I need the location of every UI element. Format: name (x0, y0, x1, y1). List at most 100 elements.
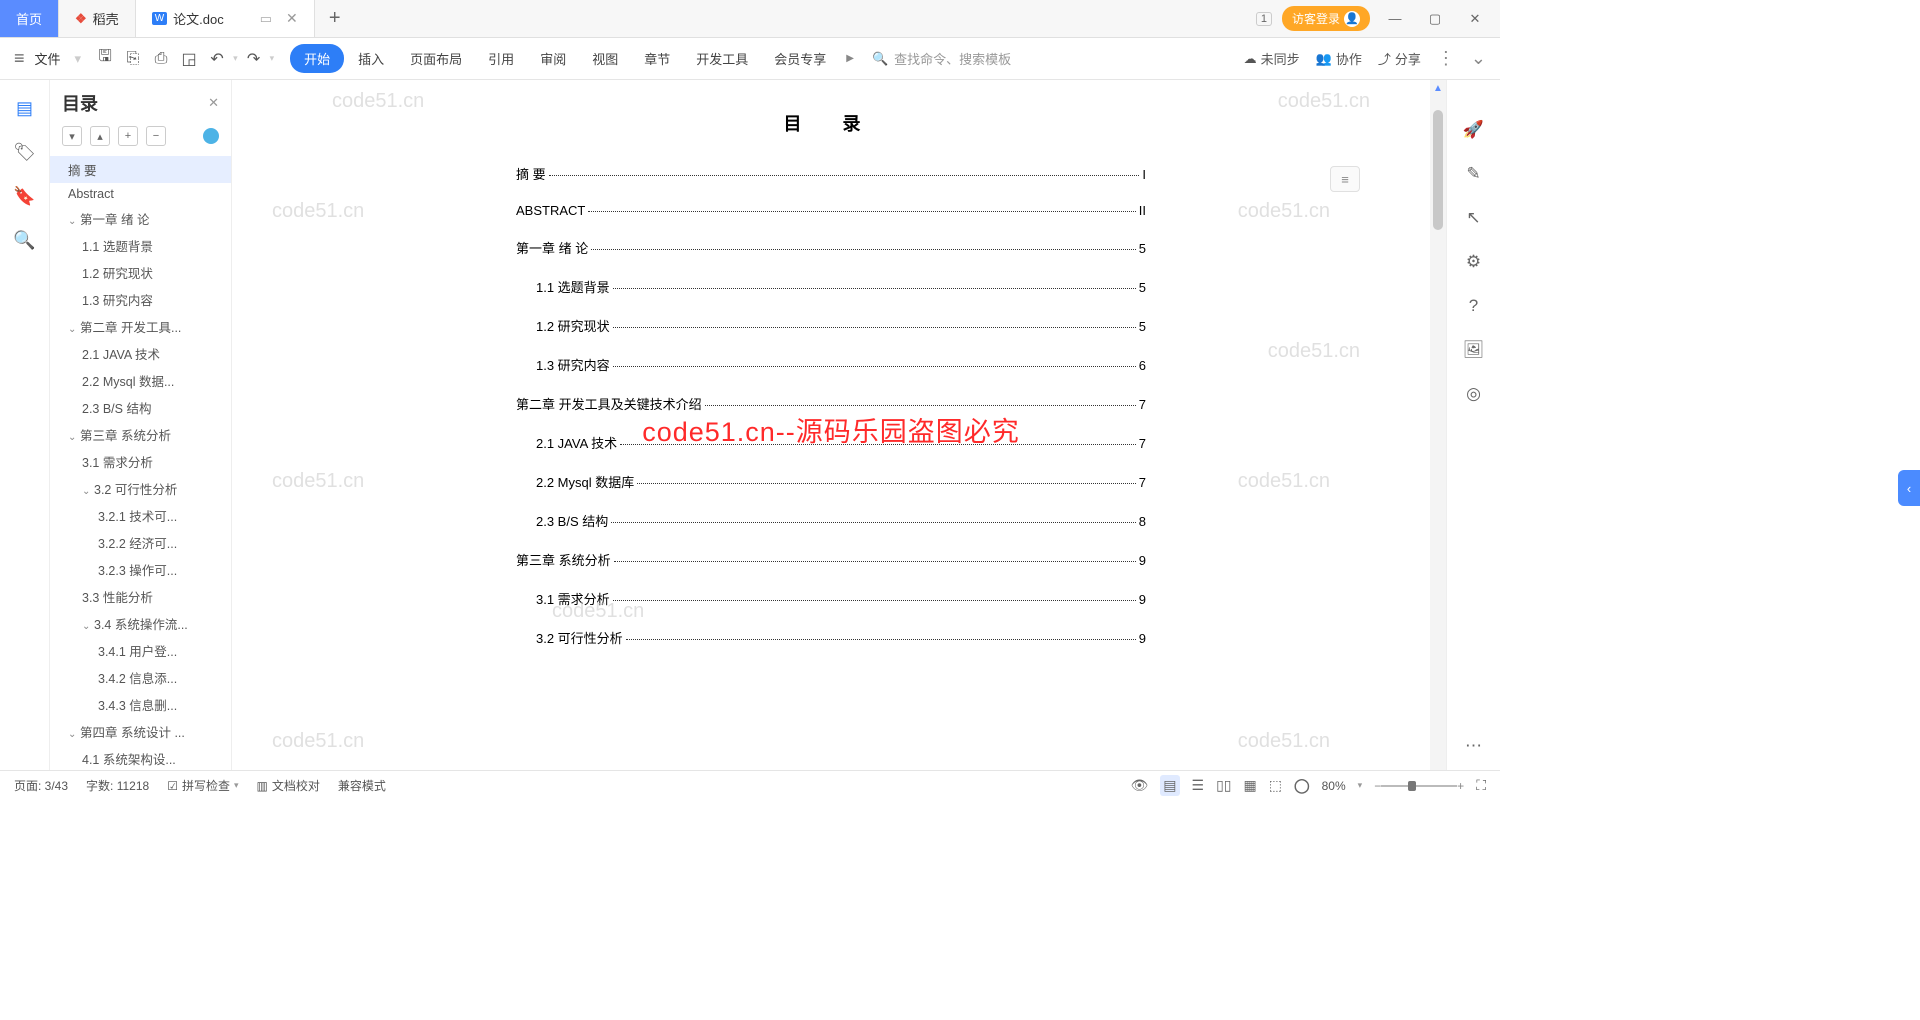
guest-login-button[interactable]: 访客登录 👤 (1282, 6, 1370, 31)
toc-item[interactable]: 3.4.2 信息添... (50, 664, 231, 691)
more-tools-icon[interactable]: ⋯ (1465, 736, 1482, 756)
help-icon[interactable]: ? (1469, 296, 1478, 316)
file-menu[interactable]: 文件 (35, 49, 61, 68)
page-view-icon[interactable]: ▤ (1160, 775, 1179, 796)
tab-close-icon[interactable]: ✕ (286, 10, 298, 27)
ribbon-tab-8[interactable]: 会员专享 (762, 49, 838, 68)
target-icon[interactable]: ◎ (1466, 384, 1481, 404)
export-icon[interactable]: ⎘ (121, 50, 145, 68)
tab-docker[interactable]: ❖ 稻壳 (59, 0, 136, 37)
collapse-panel-icon[interactable]: ≡ (1330, 166, 1360, 192)
badge-count[interactable]: 1 (1256, 12, 1272, 26)
page-indicator[interactable]: 页面: 3/43 (14, 777, 68, 794)
reading-view-icon[interactable]: ▯▯ (1216, 777, 1231, 794)
minimize-button[interactable]: — (1380, 11, 1410, 26)
toc-item[interactable]: ⌄第三章 系统分析 (50, 421, 231, 448)
collapse-ribbon-icon[interactable]: ⌄ (1471, 48, 1486, 69)
hamburger-icon[interactable]: ≡ (14, 48, 25, 69)
word-count[interactable]: 字数: 11218 (86, 777, 149, 794)
ribbon-tab-1[interactable]: 插入 (346, 49, 396, 68)
outline-view-icon[interactable]: ☰ (1192, 777, 1205, 794)
toc-sidebar: 目录 ✕ ▾ ▴ + − 摘 要Abstract⌄第一章 绪 论1.1 选题背景… (50, 80, 232, 770)
command-search[interactable]: 🔍 查找命令、搜索模板 (872, 49, 1011, 68)
zoom-slider[interactable]: − + (1374, 779, 1464, 793)
toc-item[interactable]: Abstract (50, 183, 231, 205)
toc-item[interactable]: 1.3 研究内容 (50, 286, 231, 313)
toc-item[interactable]: 4.1 系统架构设... (50, 745, 231, 770)
settings-icon[interactable]: ⚙ (1466, 252, 1481, 272)
ribbon-tab-3[interactable]: 引用 (476, 49, 526, 68)
maximize-button[interactable]: ▢ (1420, 11, 1450, 27)
toc-item[interactable]: ⌄第四章 系统设计 ... (50, 718, 231, 745)
toc-item[interactable]: ⌄3.2 可行性分析 (50, 475, 231, 502)
ribbon-tab-4[interactable]: 审阅 (528, 49, 578, 68)
web-view-icon[interactable]: ▦ (1243, 777, 1256, 794)
ribbon-toolbar: ≡ 文件 ▾ 🖫 ⎘ ⎙ ◲ ↶ ▾ ↷ ▾ 开始插入页面布局引用审阅视图章节开… (0, 38, 1500, 80)
toc-item[interactable]: ⌄3.4 系统操作流... (50, 610, 231, 637)
sidebar-settings-icon[interactable] (203, 128, 219, 144)
ribbon-tab-0[interactable]: 开始 (290, 44, 344, 73)
toc-item[interactable]: ⌄第二章 开发工具... (50, 313, 231, 340)
document-canvas[interactable]: code51.cn code51.cn code51.cn code51.cn … (232, 80, 1430, 770)
toc-item[interactable]: 3.1 需求分析 (50, 448, 231, 475)
toc-item[interactable]: 2.2 Mysql 数据... (50, 367, 231, 394)
preview-icon[interactable]: ◲ (177, 49, 201, 69)
toc-item[interactable]: 3.4.3 信息删... (50, 691, 231, 718)
more-icon[interactable]: ⋮ (1437, 48, 1455, 69)
redo-icon[interactable]: ↷ (242, 49, 266, 69)
outline-icon[interactable]: ▤ (15, 98, 35, 118)
toc-item[interactable]: ⌄第一章 绪 论 (50, 205, 231, 232)
pen-icon[interactable]: ✎ (1466, 164, 1480, 184)
window-split-icon[interactable]: ▭ (260, 11, 272, 27)
remove-item-icon[interactable]: − (146, 126, 166, 146)
tab-new-button[interactable]: + (315, 0, 355, 37)
rocket-icon[interactable]: 🚀 (1463, 120, 1484, 140)
expand-all-icon[interactable]: ▴ (90, 126, 110, 146)
tab-document[interactable]: W 论文.doc ▭ ✕ (136, 0, 315, 37)
side-handle[interactable]: ‹ (1898, 470, 1920, 506)
toc-item[interactable]: 摘 要 (50, 156, 231, 183)
toc-item[interactable]: 1.2 研究现状 (50, 259, 231, 286)
unsync-button[interactable]: ☁未同步 (1244, 49, 1300, 68)
fullscreen-icon[interactable]: ⛶ (1476, 777, 1486, 794)
scrollbar-thumb[interactable] (1433, 110, 1443, 230)
document-proof[interactable]: ▥文档校对 (257, 777, 320, 794)
zoom-out-icon[interactable]: ◯ (1294, 777, 1310, 794)
fit-icon[interactable]: ⬚ (1269, 777, 1282, 794)
compat-mode[interactable]: 兼容模式 (338, 777, 386, 794)
zoom-value[interactable]: 80% (1322, 779, 1346, 793)
toc-item[interactable]: 3.3 性能分析 (50, 583, 231, 610)
bookmark-icon[interactable]: 🔖 (15, 186, 35, 206)
close-button[interactable]: ✕ (1460, 11, 1490, 27)
toc-item[interactable]: 2.1 JAVA 技术 (50, 340, 231, 367)
people-icon: 👥 (1316, 51, 1332, 67)
ribbon-tab-7[interactable]: 开发工具 (684, 49, 760, 68)
cursor-icon[interactable]: ↖ (1466, 208, 1480, 228)
find-icon[interactable]: 🔍 (15, 230, 35, 250)
left-icon-rail: ▤ 🏷 🔖 🔍 (0, 80, 50, 770)
ribbon-tab-2[interactable]: 页面布局 (398, 49, 474, 68)
tag-icon[interactable]: 🏷 (15, 142, 35, 162)
toc-item[interactable]: 3.2.2 经济可... (50, 529, 231, 556)
image-icon[interactable]: 🖼 (1463, 340, 1485, 360)
ribbon-more-icon[interactable]: ▶ (842, 53, 854, 64)
print-icon[interactable]: ⎙ (149, 50, 173, 68)
ribbon-tab-5[interactable]: 视图 (580, 49, 630, 68)
collapse-all-icon[interactable]: ▾ (62, 126, 82, 146)
share-button[interactable]: ⤴分享 (1378, 49, 1421, 68)
undo-icon[interactable]: ↶ (205, 49, 229, 69)
coop-button[interactable]: 👥协作 (1316, 49, 1362, 68)
toc-item[interactable]: 1.1 选题背景 (50, 232, 231, 259)
sidebar-close-icon[interactable]: ✕ (208, 95, 219, 111)
ribbon-tab-6[interactable]: 章节 (632, 49, 682, 68)
eye-icon[interactable]: 👁 (1130, 777, 1148, 794)
scrollbar[interactable]: ▲ (1430, 80, 1446, 770)
tab-home[interactable]: 首页 (0, 0, 59, 37)
toc-item[interactable]: 3.2.1 技术可... (50, 502, 231, 529)
save-icon[interactable]: 🖫 (93, 45, 117, 72)
toc-item[interactable]: 3.2.3 操作可... (50, 556, 231, 583)
toc-item[interactable]: 2.3 B/S 结构 (50, 394, 231, 421)
add-item-icon[interactable]: + (118, 126, 138, 146)
spell-check[interactable]: ☑拼写检查▾ (167, 777, 238, 794)
toc-item[interactable]: 3.4.1 用户登... (50, 637, 231, 664)
